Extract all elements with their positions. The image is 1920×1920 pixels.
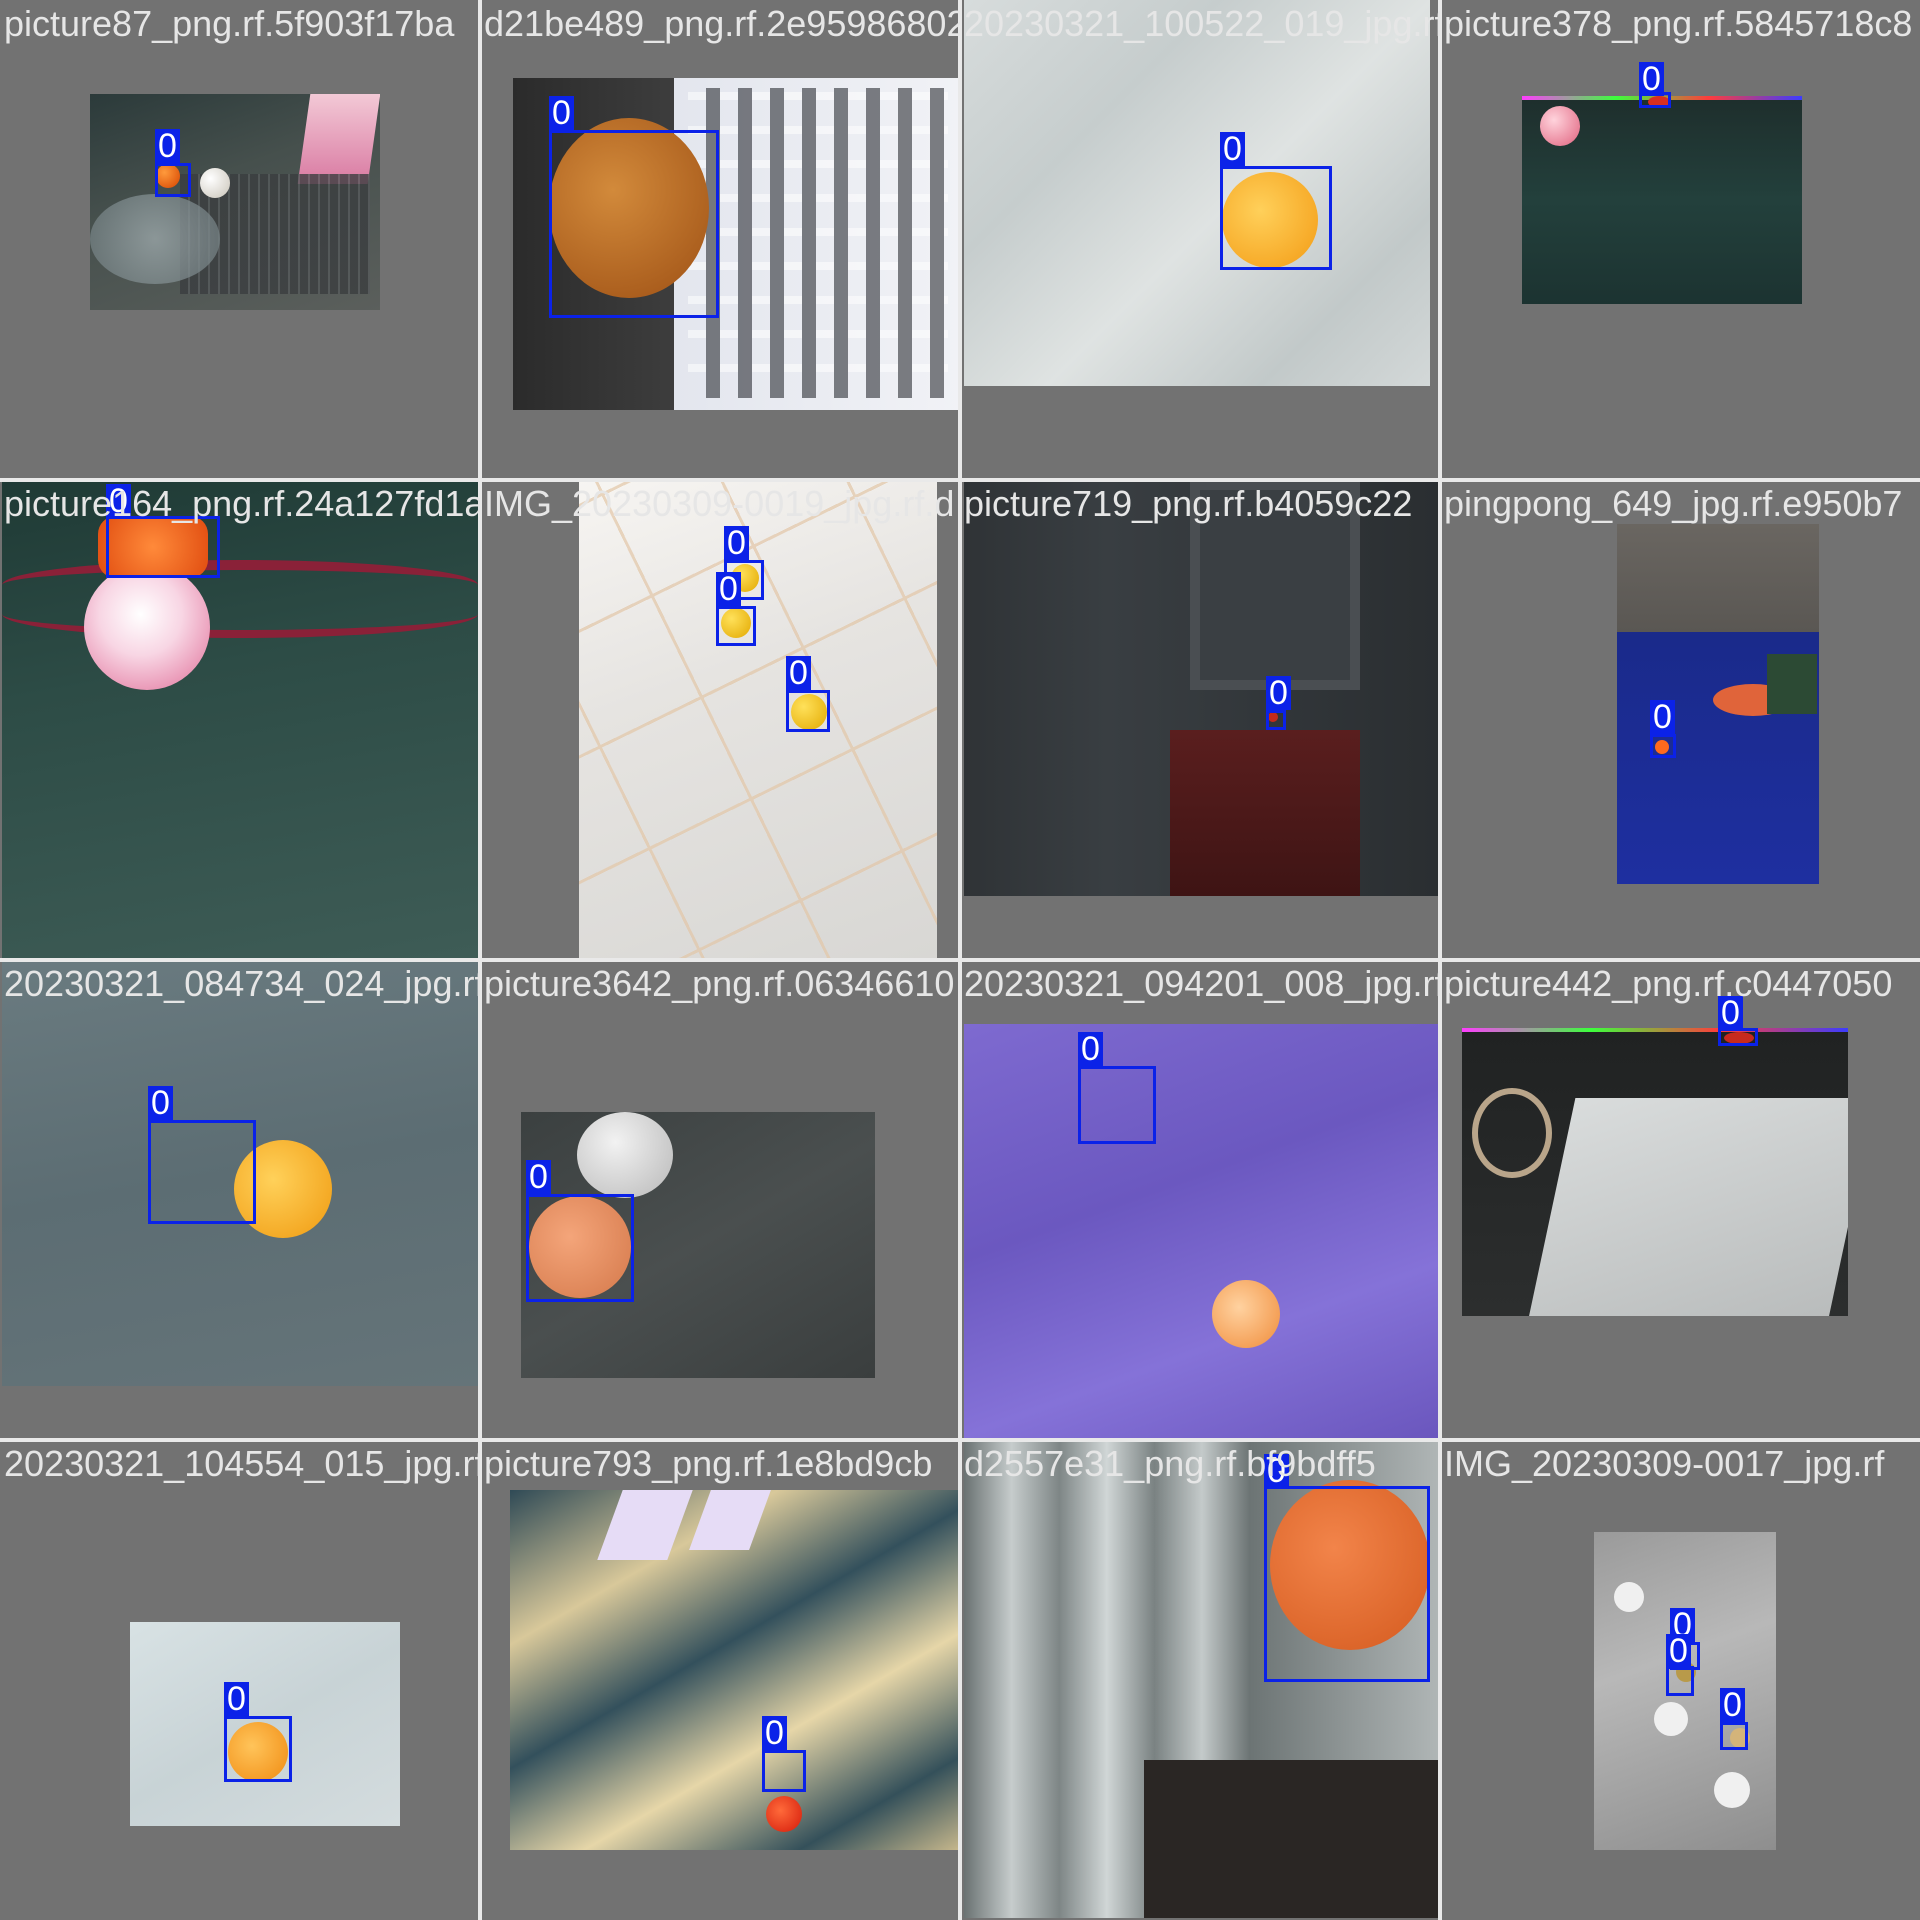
ping-pong-ball (1714, 1772, 1750, 1808)
mosaic-tile: 0 0 0 IMG_20230309-0017_jpg.rf (1440, 1440, 1920, 1920)
bounding-box (1666, 1666, 1694, 1696)
tile-filename: picture378_png.rf.5845718c8 (1444, 3, 1913, 44)
bounding-box (1078, 1066, 1156, 1144)
bounding-box (155, 163, 191, 197)
bbox-class-label: 0 (1650, 700, 1675, 734)
mosaic-tile: 0 picture442_png.rf.c0447050 (1440, 960, 1920, 1440)
bounding-box (224, 1716, 292, 1782)
ping-pong-ball (577, 1112, 673, 1198)
tile-filename: 20230321_094201_008_jpg.rf.9f (964, 963, 1440, 1004)
tile-filename: picture87_png.rf.5f903f17ba (4, 3, 455, 44)
grid-line (0, 478, 1920, 482)
bbox-class-label: 0 (1639, 62, 1664, 96)
bbox-class-label: 0 (148, 1086, 173, 1120)
tile-photo (90, 94, 380, 310)
tile-filename: pingpong_649_jpg.rf.e950b7 (1444, 483, 1903, 524)
ping-pong-ball (84, 564, 210, 690)
bbox-class-label: 0 (1266, 676, 1291, 710)
bounding-box (1266, 710, 1286, 730)
ping-pong-ball (200, 168, 230, 198)
mosaic-tile: 0 picture3642_png.rf.06346610 (480, 960, 960, 1440)
ping-pong-ball (1654, 1702, 1688, 1736)
tile-filename: picture164_png.rf.24a127fd1a (4, 483, 480, 524)
bounding-box (549, 130, 719, 318)
tile-filename: picture793_png.rf.1e8bd9cb (484, 1443, 933, 1484)
bounding-box (1264, 1486, 1430, 1682)
mosaic-tile: 0 20230321_094201_008_jpg.rf.9f (960, 960, 1440, 1440)
mosaic-tile: 0 20230321_100522_019_jpg.rf.1c0e (960, 0, 1440, 480)
bbox-class-label: 0 (224, 1682, 249, 1716)
tile-filename: 20230321_100522_019_jpg.rf.1c0e (964, 3, 1440, 44)
bounding-box (786, 690, 830, 732)
bbox-class-label: 0 (1220, 132, 1245, 166)
tile-photo (964, 0, 1430, 386)
tile-photo (579, 480, 937, 958)
tile-photo (964, 1024, 1440, 1440)
bbox-class-label: 0 (1078, 1032, 1103, 1066)
ping-pong-ball (1540, 106, 1580, 146)
mosaic-tile: 0 pingpong_649_jpg.rf.e950b7 (1440, 480, 1920, 960)
mosaic-tile: 0 20230321_084734_024_jpg.rf.d (0, 960, 480, 1440)
tile-filename: IMG_20230309-0017_jpg.rf (1444, 1443, 1885, 1484)
ping-pong-ball (1614, 1582, 1644, 1612)
mosaic-tile: 0 20230321_104554_015_jpg.rf.d (0, 1440, 480, 1920)
bounding-box (106, 516, 220, 578)
bbox-class-label: 0 (786, 656, 811, 690)
mosaic-tile: 0 picture87_png.rf.5f903f17ba (0, 0, 480, 480)
ping-pong-ball (1212, 1280, 1280, 1348)
tile-filename: d2557e31_png.rf.bf9bdff5 (964, 1443, 1376, 1484)
tile-filename: picture719_png.rf.b4059c22 (964, 483, 1413, 524)
tile-filename: 20230321_084734_024_jpg.rf.d (4, 963, 480, 1004)
mosaic-tile: 0 picture719_png.rf.b4059c22 (960, 480, 1440, 960)
bounding-box (1720, 1722, 1748, 1750)
bounding-box (526, 1194, 634, 1302)
mosaic-tile: 0 picture164_png.rf.24a127fd1a (0, 480, 480, 960)
tile-filename: d21be489_png.rf.2e95986802 (484, 3, 960, 44)
tile-photo (2, 480, 478, 958)
tile-photo (1617, 524, 1819, 884)
bbox-class-label: 0 (716, 572, 741, 606)
bounding-box (148, 1120, 256, 1224)
mosaic-tile: 0 picture793_png.rf.1e8bd9cb (480, 1440, 960, 1920)
bbox-class-label: 0 (526, 1160, 551, 1194)
bbox-class-label: 0 (1666, 1634, 1691, 1668)
ping-pong-ball (1472, 1088, 1552, 1178)
ping-pong-ball (766, 1796, 802, 1832)
bbox-class-label: 0 (549, 96, 574, 130)
tile-photo (964, 480, 1440, 896)
mosaic-tile: 0 0 0 IMG_20230309-0019_jpg.rf.d (480, 480, 960, 960)
mosaic-tile: 0 d2557e31_png.rf.bf9bdff5 (960, 1440, 1440, 1920)
bounding-box (716, 606, 756, 646)
bounding-box (762, 1750, 806, 1792)
tile-filename: 20230321_104554_015_jpg.rf.d (4, 1443, 480, 1484)
detection-mosaic: 0 picture87_png.rf.5f903f17ba 0 d21be489… (0, 0, 1920, 1920)
tile-photo (1522, 96, 1802, 304)
tile-filename: picture442_png.rf.c0447050 (1444, 963, 1893, 1004)
bbox-class-label: 0 (762, 1716, 787, 1750)
mosaic-tile: 0 picture378_png.rf.5845718c8 (1440, 0, 1920, 480)
grid-line (0, 1438, 1920, 1442)
bbox-class-label: 0 (155, 129, 180, 163)
bbox-class-label: 0 (724, 526, 749, 560)
bbox-class-label: 0 (1720, 1688, 1745, 1722)
tile-photo (1462, 1028, 1848, 1316)
mosaic-tile: 0 d21be489_png.rf.2e95986802 (480, 0, 960, 480)
bounding-box (1650, 734, 1676, 758)
tile-filename: picture3642_png.rf.06346610 (484, 963, 955, 1004)
grid-line (0, 958, 1920, 962)
bounding-box (1220, 166, 1332, 270)
tile-filename: IMG_20230309-0019_jpg.rf.d (484, 483, 955, 524)
tile-photo (510, 1490, 960, 1850)
